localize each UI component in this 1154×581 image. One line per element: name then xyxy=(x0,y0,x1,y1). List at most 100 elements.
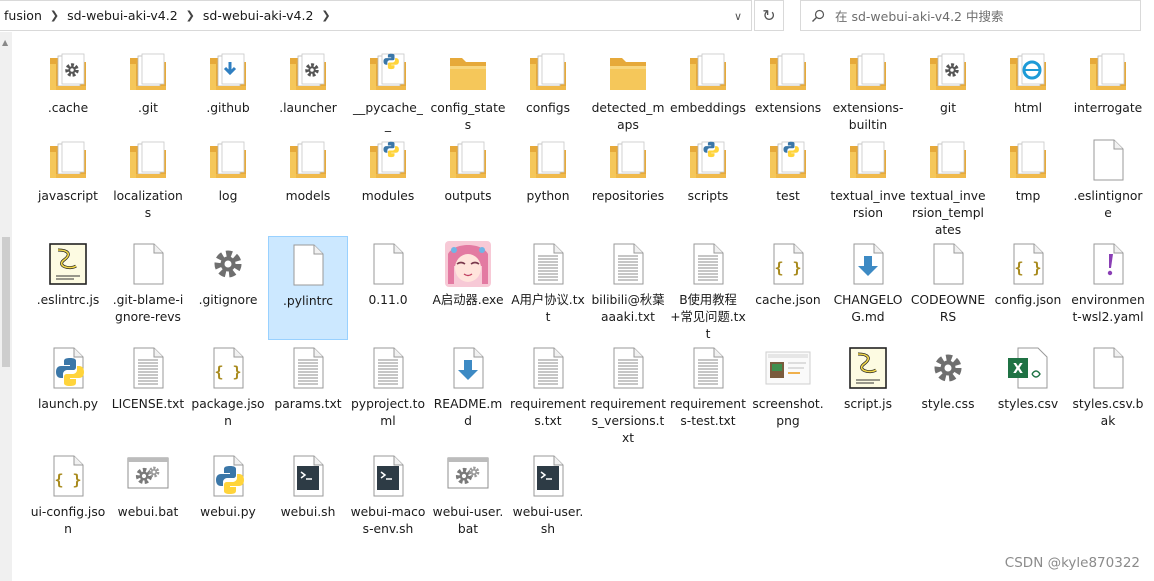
scrollbar-thumb[interactable] xyxy=(2,237,10,367)
file-name: requirements-test.txt xyxy=(670,397,746,428)
file-item[interactable]: repositories xyxy=(588,132,668,236)
file-item[interactable]: modules xyxy=(348,132,428,236)
file-item[interactable]: .git-blame-ignore-revs xyxy=(108,236,188,340)
file-item[interactable]: B使用教程+常见问题.txt xyxy=(668,236,748,341)
file-name: detected_maps xyxy=(591,101,665,132)
file-item[interactable]: .pylintrc xyxy=(268,236,348,340)
file-item[interactable]: log xyxy=(188,132,268,236)
file-item[interactable]: 0.11.0 xyxy=(348,236,428,340)
folder-doc-icon xyxy=(844,136,892,184)
file-item[interactable]: .github xyxy=(188,44,268,132)
file-item[interactable]: environment-wsl2.yaml xyxy=(1068,236,1148,340)
address-bar[interactable]: fusion ❯ sd-webui-aki-v4.2 ❯ sd-webui-ak… xyxy=(0,0,752,31)
file-item[interactable]: CHANGELOG.md xyxy=(828,236,908,340)
file-item[interactable]: .eslintrc.js xyxy=(28,236,108,340)
file-item[interactable]: screenshot.png xyxy=(748,340,828,448)
folder-doc-icon xyxy=(924,136,972,184)
file-name: localizations xyxy=(113,189,183,220)
file-item[interactable]: params.txt xyxy=(268,340,348,448)
file-item[interactable]: extensions xyxy=(748,44,828,132)
file-item[interactable]: CODEOWNERS xyxy=(908,236,988,340)
file-name: A用户协议.txt xyxy=(511,293,585,324)
file-item[interactable]: configs xyxy=(508,44,588,132)
file-item[interactable]: extensions-builtin xyxy=(828,44,908,132)
file-item[interactable]: .gitignore xyxy=(188,236,268,340)
chevron-right-icon[interactable]: ❯ xyxy=(317,9,334,22)
file-item[interactable]: X styles.csv xyxy=(988,340,1068,448)
chevron-right-icon[interactable]: ❯ xyxy=(46,9,63,22)
file-item[interactable]: requirements-test.txt xyxy=(668,340,748,448)
file-item[interactable]: { } ui-config.json xyxy=(28,448,108,544)
folder-doc-icon xyxy=(124,48,172,96)
file-name: LICENSE.txt xyxy=(111,397,185,411)
file-item[interactable]: script.js xyxy=(828,340,908,448)
address-toolbar: fusion ❯ sd-webui-aki-v4.2 ❯ sd-webui-ak… xyxy=(0,0,1154,32)
file-item[interactable]: A启动器.exe xyxy=(428,236,508,340)
file-item[interactable]: webui.bat xyxy=(108,448,188,544)
file-name: CODEOWNERS xyxy=(910,293,986,324)
file-item[interactable]: requirements.txt xyxy=(508,340,588,448)
search-box[interactable]: 在 sd-webui-aki-v4.2 中搜索 xyxy=(800,0,1141,31)
file-item[interactable]: localizations xyxy=(108,132,188,236)
file-item[interactable]: webui.py xyxy=(188,448,268,544)
file-name: extensions-builtin xyxy=(832,101,904,132)
file-item[interactable]: javascript xyxy=(28,132,108,236)
file-item[interactable]: embeddings xyxy=(668,44,748,132)
file-item[interactable]: pyproject.toml xyxy=(348,340,428,448)
file-item[interactable]: detected_maps xyxy=(588,44,668,132)
file-name: .launcher xyxy=(279,101,337,115)
folder-doc-icon xyxy=(1004,136,1052,184)
file-name: config_states xyxy=(430,101,506,132)
file-item[interactable]: README.md xyxy=(428,340,508,448)
file-item[interactable]: webui-macos-env.sh xyxy=(348,448,428,544)
file-item[interactable]: .launcher xyxy=(268,44,348,132)
folder-doc-icon xyxy=(1084,48,1132,96)
chevron-down-icon[interactable]: ∨ xyxy=(729,7,747,25)
file-item[interactable]: .eslintignore xyxy=(1068,132,1148,236)
folder-doc-icon xyxy=(524,48,572,96)
file-item[interactable]: .git xyxy=(108,44,188,132)
file-blank-icon xyxy=(124,240,172,288)
file-item[interactable]: outputs xyxy=(428,132,508,236)
file-item[interactable]: webui-user.sh xyxy=(508,448,588,544)
file-item[interactable]: .cache xyxy=(28,44,108,132)
file-name: .git-blame-ignore-revs xyxy=(112,293,184,324)
file-item[interactable]: interrogate xyxy=(1068,44,1148,132)
scroll-up-icon[interactable]: ▲ xyxy=(2,38,8,47)
breadcrumb-fusion[interactable]: fusion xyxy=(0,8,46,23)
file-item[interactable]: { } package.json xyxy=(188,340,268,448)
file-item[interactable]: config_states xyxy=(428,44,508,132)
file-item[interactable]: { } cache.json xyxy=(748,236,828,340)
refresh-button[interactable]: ↻ xyxy=(754,0,784,31)
file-item[interactable]: bilibili@秋葉aaaki.txt xyxy=(588,236,668,340)
file-item[interactable]: A用户协议.txt xyxy=(508,236,588,340)
image-thumb-icon xyxy=(764,344,812,392)
file-item[interactable]: textual_inversion_templates xyxy=(908,132,988,237)
file-item[interactable]: launch.py xyxy=(28,340,108,448)
file-item[interactable]: models xyxy=(268,132,348,236)
file-item[interactable]: styles.csv.bak xyxy=(1068,340,1148,448)
file-exclaim-icon xyxy=(1084,240,1132,288)
file-item[interactable]: webui.sh xyxy=(268,448,348,544)
file-grid: .cache .git .github .launcher __pycache_… xyxy=(28,44,1148,544)
file-item[interactable]: test xyxy=(748,132,828,236)
file-item[interactable]: requirements_versions.txt xyxy=(588,340,668,448)
file-name: .github xyxy=(206,101,250,115)
file-item[interactable]: LICENSE.txt xyxy=(108,340,188,448)
file-item[interactable]: tmp xyxy=(988,132,1068,236)
file-name: .pylintrc xyxy=(283,294,333,308)
file-item[interactable]: python xyxy=(508,132,588,236)
breadcrumb-current[interactable]: sd-webui-aki-v4.2 xyxy=(199,8,318,23)
file-item[interactable]: git xyxy=(908,44,988,132)
file-item[interactable]: { } config.json xyxy=(988,236,1068,340)
file-name: webui-macos-env.sh xyxy=(350,505,426,536)
file-item[interactable]: __pycache__ xyxy=(348,44,428,132)
file-item[interactable]: html xyxy=(988,44,1068,132)
file-item[interactable]: textual_inversion xyxy=(828,132,908,236)
file-item[interactable]: webui-user.bat xyxy=(428,448,508,544)
chevron-right-icon[interactable]: ❯ xyxy=(182,9,199,22)
left-scrollbar[interactable]: ▲ xyxy=(0,32,12,581)
breadcrumb-parent[interactable]: sd-webui-aki-v4.2 xyxy=(63,8,182,23)
file-item[interactable]: style.css xyxy=(908,340,988,448)
file-item[interactable]: scripts xyxy=(668,132,748,236)
